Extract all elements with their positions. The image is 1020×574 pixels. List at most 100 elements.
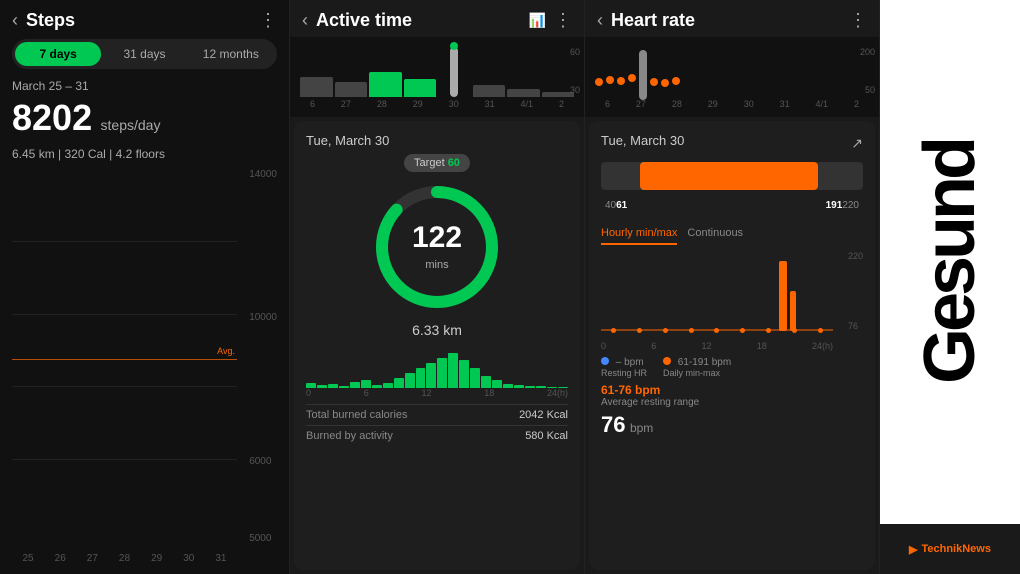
mini-bar-1 — [300, 77, 333, 97]
hr-legend-resting: – bpm Resting HR — [601, 357, 647, 379]
steps-bars — [12, 169, 277, 553]
steps-value: 8202 — [12, 97, 92, 138]
technik-logo: ▶ — [909, 543, 917, 556]
tab-7days[interactable]: 7 days — [15, 42, 101, 66]
hr-range-fill — [640, 162, 818, 190]
stat-total-calories: Total burned calories 2042 Kcal — [306, 404, 568, 425]
hr-dot-7 — [661, 79, 669, 87]
technik-name: TechnikNews — [921, 543, 991, 555]
hr-menu-icon[interactable]: ⋮ — [849, 10, 867, 31]
t-bar-12 — [426, 363, 436, 388]
t-bar-10 — [405, 373, 415, 388]
avg-line — [12, 359, 237, 360]
steps-x-labels: 25 26 27 28 29 30 31 — [12, 553, 277, 564]
steps-menu-icon[interactable]: ⋮ — [259, 10, 277, 31]
active-detail-date: Tue, March 30 — [306, 133, 389, 148]
share-icon[interactable]: ↗ — [851, 135, 863, 152]
t-bar-9 — [394, 378, 404, 388]
active-time-panel: ‹ Active time 📊 ⋮ 60 30 6 27 — [290, 0, 585, 574]
t-bar-21 — [525, 386, 535, 388]
t-bar-18 — [492, 380, 502, 388]
timeline-x-labels: 0 6 12 18 24(h) — [306, 388, 568, 398]
t-bar-22 — [536, 386, 546, 388]
active-menu-icon[interactable]: ⋮ — [554, 10, 572, 31]
heart-rate-header: ‹ Heart rate ⋮ — [585, 0, 879, 37]
hr-tab-continuous[interactable]: Continuous — [687, 223, 743, 245]
t-bar-11 — [416, 368, 426, 388]
active-distance: 6.33 km — [412, 322, 462, 338]
t-bar-17 — [481, 376, 491, 388]
brand-area: Gesund — [880, 0, 1020, 524]
t-bar-4 — [339, 386, 349, 388]
mini-bar-3 — [369, 72, 402, 97]
steps-tab-bar: 7 days 31 days 12 months — [12, 39, 277, 69]
heart-rate-title: Heart rate — [611, 10, 695, 31]
hr-y-axis: 220 76 — [848, 251, 863, 331]
t-bar-5 — [350, 382, 360, 388]
hr-range-bar — [601, 162, 863, 190]
steps-panel: ‹ Steps ⋮ 7 days 31 days 12 months March… — [0, 0, 290, 574]
hr-spike-2 — [790, 291, 796, 331]
hr-detail-card: Tue, March 30 ↗ 40 61 191 220 Hourly min… — [589, 121, 875, 570]
hr-avg-range-value: 61-76 bpm — [601, 383, 863, 397]
hr-tab-hourly[interactable]: Hourly min/max — [601, 223, 677, 245]
t-bar-19 — [503, 384, 513, 388]
hr-spike-1 — [779, 261, 787, 331]
hr-back-icon[interactable]: ‹ — [597, 10, 603, 31]
active-mini-bars — [300, 37, 574, 97]
avg-label: Avg. — [217, 346, 235, 356]
hr-dot-row — [595, 37, 869, 97]
hr-dot-1 — [595, 78, 603, 86]
active-chart-icon[interactable]: 📊 — [529, 12, 546, 29]
hr-tabs: Hourly min/max Continuous — [601, 223, 863, 245]
hr-dot-6 — [650, 78, 658, 86]
hr-card-header: Tue, March 30 ↗ — [601, 133, 863, 154]
steps-title: Steps — [26, 10, 75, 31]
active-time-header: ‹ Active time 📊 ⋮ — [290, 0, 584, 37]
mini-y-60: 60 — [570, 47, 580, 57]
technik-badge: ▶ TechnikNews — [880, 524, 1020, 574]
hr-avg-range: 61-76 bpm Average resting range — [601, 383, 863, 408]
steps-header: ‹ Steps ⋮ — [12, 10, 277, 31]
hr-bottom-value: 76 — [601, 412, 625, 437]
steps-unit: steps/day — [101, 117, 161, 133]
active-back-icon[interactable]: ‹ — [302, 10, 308, 31]
steps-bar-chart: 14000 10000 6000 5000 — [12, 169, 277, 564]
hr-dot-3 — [617, 77, 625, 85]
back-arrow-icon[interactable]: ‹ — [12, 10, 18, 31]
donut-unit: mins — [425, 259, 448, 271]
hr-range-labels: 40 61 191 220 — [601, 200, 863, 211]
active-time-title: Active time — [316, 10, 412, 31]
target-value: 60 — [448, 157, 460, 169]
mini-bar-2 — [335, 82, 368, 97]
hr-legend: – bpm Resting HR 61-191 bpm Daily min-ma… — [601, 357, 863, 379]
active-detail-card: Tue, March 30 Target 60 122 mins 6.33 km — [294, 121, 580, 570]
mini-bar-4 — [404, 79, 437, 97]
hr-x-axis: 0 6 12 18 24(h) — [601, 341, 833, 351]
hr-baseline-dots — [601, 328, 833, 333]
hr-mini-x-labels: 6 27 28 29 30 31 4/1 2 — [595, 97, 869, 111]
mini-bar-selected — [438, 47, 471, 97]
hr-detail-date: Tue, March 30 — [601, 133, 684, 148]
active-mini-chart: 60 30 6 27 28 29 30 31 4/1 2 — [290, 37, 584, 117]
tab-12months[interactable]: 12 months — [188, 42, 274, 66]
hr-dot-4 — [628, 74, 636, 82]
brand-name: Gesund — [909, 140, 991, 384]
hr-dot-2 — [606, 76, 614, 84]
t-bar-15 — [459, 360, 469, 388]
active-donut-chart: 122 mins — [372, 182, 502, 312]
brand-panel: Gesund ▶ TechnikNews — [880, 0, 1020, 574]
hr-bottom: 76 bpm — [601, 412, 863, 438]
t-bar-14 — [448, 353, 458, 388]
hr-dot-8 — [672, 77, 680, 85]
stat-burned-activity: Burned by activity 580 Kcal — [306, 425, 568, 446]
tab-31days[interactable]: 31 days — [101, 42, 187, 66]
mini-bar-6 — [473, 85, 506, 97]
steps-stats: 6.45 km | 320 Cal | 4.2 floors — [12, 147, 277, 161]
hr-avg-range-label: Average resting range — [601, 397, 863, 408]
mini-bar-7 — [507, 89, 540, 97]
t-bar-7 — [372, 385, 382, 388]
donut-center: 122 mins — [412, 221, 462, 273]
hr-legend-daily: 61-191 bpm Daily min-max — [663, 357, 731, 379]
mini-y-30: 30 — [570, 85, 580, 95]
